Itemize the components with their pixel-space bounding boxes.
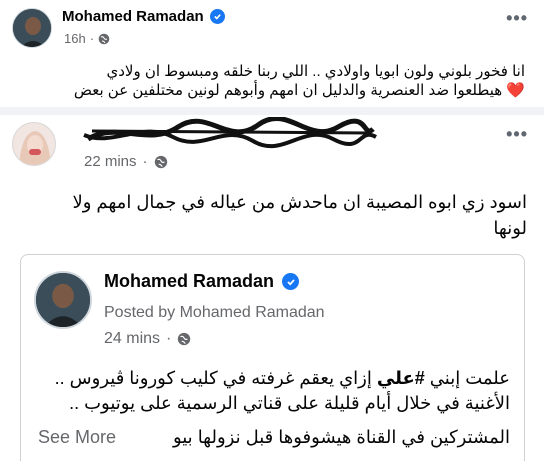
post-time[interactable]: 16h — [64, 31, 86, 46]
embedded-author-row: Mohamed Ramadan — [104, 271, 300, 292]
meta-separator: · — [142, 153, 148, 170]
author-name-row: Mohamed Ramadan — [62, 8, 225, 25]
post-text-line-2-text: هيطلعوا ضد العنصرية والدليل ان امهم وأبو… — [73, 82, 503, 99]
meta-separator: · — [166, 330, 172, 347]
post-text-line-1: انا فخور بلوني ولون ابويا واولادي .. الل… — [106, 63, 525, 80]
embedded-text-line-2: الأغنية في خلال أيام قليلة على قناتي الر… — [69, 393, 510, 413]
post-meta: 16h · — [64, 31, 110, 46]
embedded-author-name[interactable]: Mohamed Ramadan — [104, 271, 274, 292]
embedded-text-line-3: المشتركين في القناة هيشوفوها قبل نزولها … — [172, 427, 510, 461]
share-text-line-2: لونها — [493, 218, 527, 238]
embedded-time[interactable]: 24 mins — [104, 330, 160, 348]
share-more-options-icon[interactable]: ••• — [506, 124, 528, 145]
embedded-posted-by: Posted by Mohamed Ramadan — [104, 304, 325, 321]
share-meta: 22 mins · — [84, 153, 168, 170]
embedded-text-line-1: علمت إبني #علي إزاي يعقم غرفته في كليب ك… — [34, 366, 510, 391]
post-text-line-2: ❤️ هيطلعوا ضد العنصرية والدليل ان امهم و… — [20, 81, 525, 100]
author-name[interactable]: Mohamed Ramadan — [62, 8, 204, 25]
heart-emoji: ❤️ — [506, 82, 525, 99]
section-divider — [0, 107, 544, 115]
verified-badge-icon — [209, 9, 225, 24]
embedded-text-line-1-start: علمت إبني — [424, 368, 510, 388]
post-more-options-icon[interactable]: ••• — [506, 8, 528, 29]
verified-badge-icon — [282, 273, 300, 290]
author-avatar[interactable] — [12, 8, 52, 48]
globe-icon[interactable] — [154, 155, 168, 169]
see-more-link[interactable]: See More — [38, 427, 116, 448]
embedded-author-avatar[interactable] — [34, 271, 92, 329]
embedded-meta: 24 mins · — [104, 330, 191, 348]
meta-separator: · — [89, 31, 95, 46]
embedded-text-line-1-end: إزاي يعقم غرفته في كليب كورونا ڤيروس .. — [54, 368, 377, 388]
hashtag-link[interactable]: #علي — [377, 368, 425, 388]
sharer-avatar[interactable] — [12, 122, 56, 166]
share-text-line-1: اسود زي ابوه المصيبة ان ماحدش من عياله ف… — [72, 192, 527, 212]
globe-icon[interactable] — [98, 33, 110, 45]
share-time[interactable]: 22 mins — [84, 153, 137, 170]
globe-icon[interactable] — [177, 332, 191, 346]
redacted-name-scribble — [78, 116, 378, 157]
